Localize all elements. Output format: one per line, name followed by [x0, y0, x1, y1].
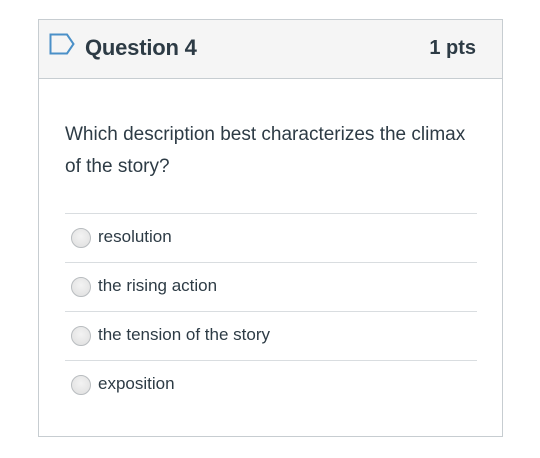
question-header: Question 4 1 pts: [39, 20, 502, 79]
radio-button[interactable]: [71, 375, 91, 395]
radio-button[interactable]: [71, 277, 91, 297]
answer-label: resolution: [98, 227, 172, 246]
answer-option[interactable]: exposition: [65, 360, 477, 409]
radio-button[interactable]: [71, 228, 91, 248]
question-card: Question 4 1 pts Which description best …: [38, 19, 503, 437]
answer-option[interactable]: the tension of the story: [65, 311, 477, 360]
radio-button[interactable]: [71, 326, 91, 346]
answer-option[interactable]: resolution: [65, 213, 477, 262]
answer-option[interactable]: the rising action: [65, 262, 477, 311]
question-title: Question 4: [85, 35, 197, 60]
question-points: 1 pts: [429, 37, 476, 59]
answer-label: the tension of the story: [98, 325, 270, 344]
answer-list: resolution the rising action the tension…: [65, 213, 477, 409]
answer-label: the rising action: [98, 276, 218, 295]
answer-label: exposition: [98, 374, 175, 393]
bookmark-flag-icon[interactable]: [49, 33, 75, 55]
question-text: Which description best characterizes the…: [65, 124, 466, 177]
